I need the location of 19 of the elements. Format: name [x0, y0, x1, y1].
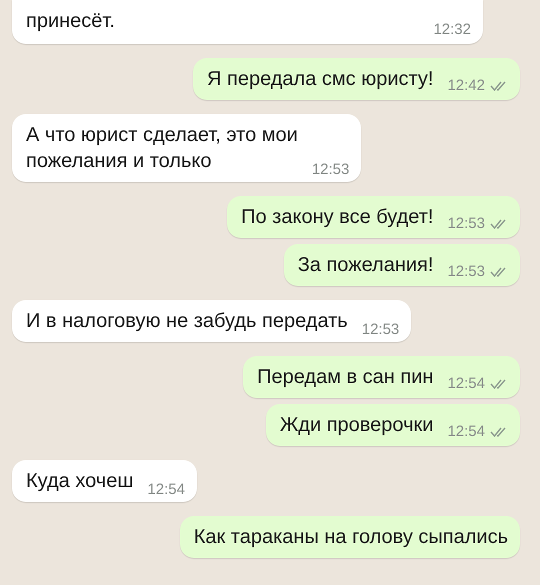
message-text: Как тараканы на голову сыпались [194, 525, 508, 550]
message-text: Куда хочеш [26, 469, 134, 494]
message-time: 12:54 [147, 481, 185, 498]
message-text: По закону все будет! [241, 205, 434, 230]
message-text: Передам в сан пин [257, 365, 434, 390]
message-time: 12:53 [447, 263, 485, 280]
message-text: Я передала смс юристу! [207, 67, 434, 92]
message-time: 12:32 [433, 21, 471, 38]
message-time: 12:54 [447, 423, 485, 440]
message-time: 12:53 [362, 321, 400, 338]
message-text: принесёт. [26, 9, 115, 34]
message-text: Жди проверочки [280, 413, 434, 438]
message-text: А что юрист сделает, это мои пожелания и только [26, 123, 298, 174]
message-time: 12:53 [312, 161, 350, 178]
message-time: 12:53 [447, 215, 485, 232]
message-time: 12:54 [447, 375, 485, 392]
message-text: За пожелания! [298, 253, 434, 278]
message-text: И в налоговую не забудь передать [26, 309, 348, 334]
message-time: 12:42 [447, 77, 485, 94]
